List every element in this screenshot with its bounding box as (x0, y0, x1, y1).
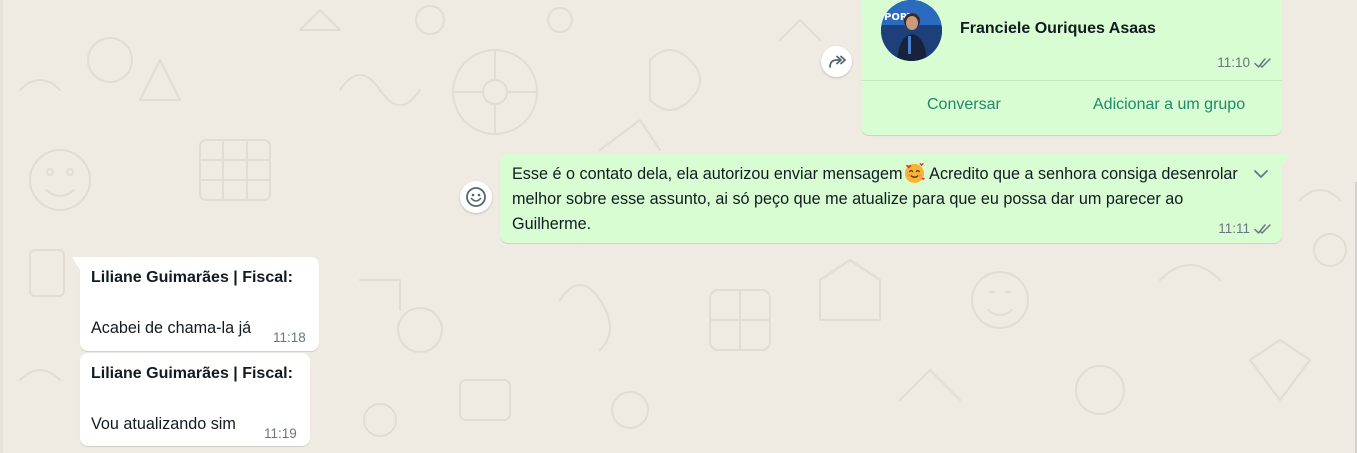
double-check-icon (1254, 57, 1272, 69)
react-button[interactable] (460, 181, 492, 213)
forward-icon (828, 55, 846, 68)
message-time: 11:11 (1218, 221, 1250, 236)
forward-button[interactable] (821, 46, 852, 77)
left-edge (0, 0, 3, 453)
double-check-icon (1254, 223, 1272, 235)
message-meta: 11:10 (1217, 55, 1272, 70)
message-menu-button[interactable] (1252, 165, 1270, 183)
message-text: Vou atualizando sim (91, 415, 236, 433)
message-time: 11:19 (264, 426, 297, 441)
message-time: 11:10 (1217, 55, 1250, 70)
sender-name: Liliane Guimarães | Fiscal: (91, 269, 293, 286)
add-to-group-button[interactable]: Adicionar a um grupo (1093, 96, 1245, 114)
avatar[interactable]: PORT (881, 0, 942, 61)
bubble-tail (1282, 153, 1290, 166)
outgoing-message[interactable]: Esse é o contato dela, ela autorizou env… (500, 153, 1290, 243)
incoming-message[interactable]: Liliane Guimarães | Fiscal: Acabei de ch… (72, 257, 319, 351)
chevron-down-icon (1254, 170, 1268, 178)
bubble-tail (72, 257, 80, 270)
chat-button[interactable]: Conversar (927, 96, 1001, 114)
contact-card-message[interactable]: PORT Franciele Ouriques Asaas 11:10 Conv… (861, 0, 1282, 135)
message-meta: 11:11 (1218, 221, 1272, 236)
message-text-part: Esse é o contato dela, ela autorizou env… (512, 165, 903, 183)
sender-name: Liliane Guimarães | Fiscal: (91, 365, 293, 382)
smiley-icon (466, 187, 486, 207)
message-time: 11:18 (273, 330, 306, 345)
card-divider (861, 80, 1282, 81)
message-text: Esse é o contato dela, ela autorizou env… (512, 161, 1247, 237)
contact-name: Franciele Ouriques Asaas (960, 20, 1156, 37)
smiling-face-with-hearts-icon (904, 163, 925, 184)
message-text: Acabei de chama-la já (91, 319, 252, 337)
incoming-message[interactable]: Liliane Guimarães | Fiscal: Vou atualiza… (80, 353, 310, 446)
